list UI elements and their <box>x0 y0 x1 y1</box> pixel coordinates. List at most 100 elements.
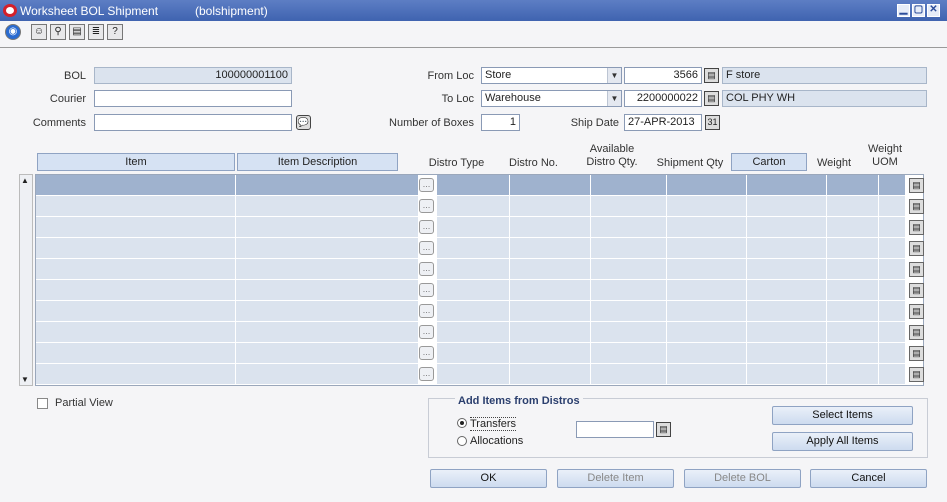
table-cell[interactable] <box>591 301 667 322</box>
chevron-down-icon[interactable]: ▼ <box>607 68 621 83</box>
table-cell[interactable] <box>510 238 591 259</box>
row-detail-icon[interactable]: ▤ <box>909 178 924 193</box>
table-cell[interactable] <box>591 259 667 280</box>
help-icon[interactable]: ? <box>107 24 123 40</box>
row-detail-icon[interactable]: ▤ <box>909 220 924 235</box>
table-cell[interactable] <box>879 322 906 343</box>
apply-all-items-button[interactable]: Apply All Items <box>772 432 913 451</box>
row-detail-icon[interactable]: ▤ <box>909 304 924 319</box>
description-edit-icon[interactable]: … <box>419 304 434 318</box>
table-cell[interactable] <box>879 280 906 301</box>
table-cell[interactable] <box>36 175 236 196</box>
table-cell[interactable] <box>879 364 906 385</box>
table-cell[interactable] <box>747 280 827 301</box>
row-detail-icon[interactable]: ▤ <box>909 262 924 277</box>
from-loc-lov-icon[interactable]: ▤ <box>704 68 719 83</box>
allocations-radio[interactable] <box>457 436 467 446</box>
carton-column-button[interactable]: Carton <box>731 153 807 171</box>
table-row[interactable]: … ▤ <box>36 364 924 385</box>
table-cell[interactable] <box>827 364 879 385</box>
maximize-button[interactable]: ▢ <box>912 4 925 17</box>
table-cell[interactable] <box>437 175 510 196</box>
table-cell[interactable] <box>236 238 419 259</box>
table-cell[interactable] <box>437 322 510 343</box>
table-row[interactable]: … ▤ <box>36 301 924 322</box>
table-cell[interactable] <box>510 217 591 238</box>
table-cell[interactable] <box>827 280 879 301</box>
table-row[interactable]: … ▤ <box>36 343 924 364</box>
table-cell[interactable] <box>437 280 510 301</box>
table-cell[interactable] <box>879 259 906 280</box>
table-cell[interactable] <box>827 175 879 196</box>
table-cell[interactable] <box>747 343 827 364</box>
minimize-button[interactable]: ▁ <box>897 4 910 17</box>
table-cell[interactable] <box>667 280 747 301</box>
to-loc-type-select[interactable]: Warehouse ▼ <box>481 90 622 107</box>
table-cell[interactable] <box>437 301 510 322</box>
table-cell[interactable] <box>747 238 827 259</box>
row-detail-icon[interactable]: ▤ <box>909 199 924 214</box>
table-cell[interactable] <box>510 280 591 301</box>
ok-button[interactable]: OK <box>430 469 547 488</box>
table-cell[interactable] <box>591 343 667 364</box>
table-cell[interactable] <box>667 301 747 322</box>
table-cell[interactable] <box>510 322 591 343</box>
table-cell[interactable] <box>879 175 906 196</box>
table-row[interactable]: … ▤ <box>36 259 924 280</box>
transfers-radio[interactable] <box>457 418 467 428</box>
scroll-up-icon[interactable]: ▲ <box>21 176 29 185</box>
courier-field[interactable] <box>94 90 292 107</box>
from-loc-type-select[interactable]: Store ▼ <box>481 67 622 84</box>
globe-icon[interactable]: ◉ <box>5 24 21 40</box>
partial-view-checkbox[interactable] <box>37 398 48 409</box>
description-edit-icon[interactable]: … <box>419 220 434 234</box>
table-cell[interactable] <box>879 301 906 322</box>
table-row[interactable]: … ▤ <box>36 322 924 343</box>
table-cell[interactable] <box>236 322 419 343</box>
table-cell[interactable] <box>827 259 879 280</box>
row-detail-icon[interactable]: ▤ <box>909 346 924 361</box>
table-cell[interactable] <box>827 322 879 343</box>
row-detail-icon[interactable]: ▤ <box>909 325 924 340</box>
table-cell[interactable] <box>667 175 747 196</box>
table-cell[interactable] <box>591 196 667 217</box>
table-cell[interactable] <box>437 196 510 217</box>
table-cell[interactable] <box>879 217 906 238</box>
table-cell[interactable] <box>437 364 510 385</box>
table-cell[interactable] <box>36 196 236 217</box>
table-cell[interactable] <box>510 364 591 385</box>
grid-scrollbar[interactable]: ▲ ▼ <box>19 174 33 386</box>
table-cell[interactable] <box>437 343 510 364</box>
table-cell[interactable] <box>591 280 667 301</box>
table-cell[interactable] <box>36 301 236 322</box>
table-cell[interactable] <box>667 343 747 364</box>
to-loc-lov-icon[interactable]: ▤ <box>704 91 719 106</box>
table-cell[interactable] <box>667 364 747 385</box>
chevron-down-icon[interactable]: ▼ <box>607 91 621 106</box>
description-edit-icon[interactable]: … <box>419 178 434 192</box>
table-cell[interactable] <box>747 217 827 238</box>
table-cell[interactable] <box>667 238 747 259</box>
table-cell[interactable] <box>36 217 236 238</box>
table-cell[interactable] <box>510 259 591 280</box>
table-cell[interactable] <box>747 364 827 385</box>
table-cell[interactable] <box>591 364 667 385</box>
from-loc-id-field[interactable]: 3566 <box>624 67 702 84</box>
table-cell[interactable] <box>667 196 747 217</box>
table-cell[interactable] <box>827 238 879 259</box>
table-cell[interactable] <box>236 364 419 385</box>
table-cell[interactable] <box>36 322 236 343</box>
table-cell[interactable] <box>879 343 906 364</box>
table-cell[interactable] <box>236 196 419 217</box>
table-cell[interactable] <box>236 175 419 196</box>
table-cell[interactable] <box>36 343 236 364</box>
item-description-column-button[interactable]: Item Description <box>237 153 398 171</box>
calendar-icon[interactable]: 31 <box>705 115 720 130</box>
table-cell[interactable] <box>827 196 879 217</box>
description-edit-icon[interactable]: … <box>419 199 434 213</box>
table-cell[interactable] <box>36 364 236 385</box>
description-edit-icon[interactable]: … <box>419 367 434 381</box>
table-cell[interactable] <box>510 343 591 364</box>
table-cell[interactable] <box>879 196 906 217</box>
distro-lov-icon[interactable]: ▤ <box>656 422 671 437</box>
